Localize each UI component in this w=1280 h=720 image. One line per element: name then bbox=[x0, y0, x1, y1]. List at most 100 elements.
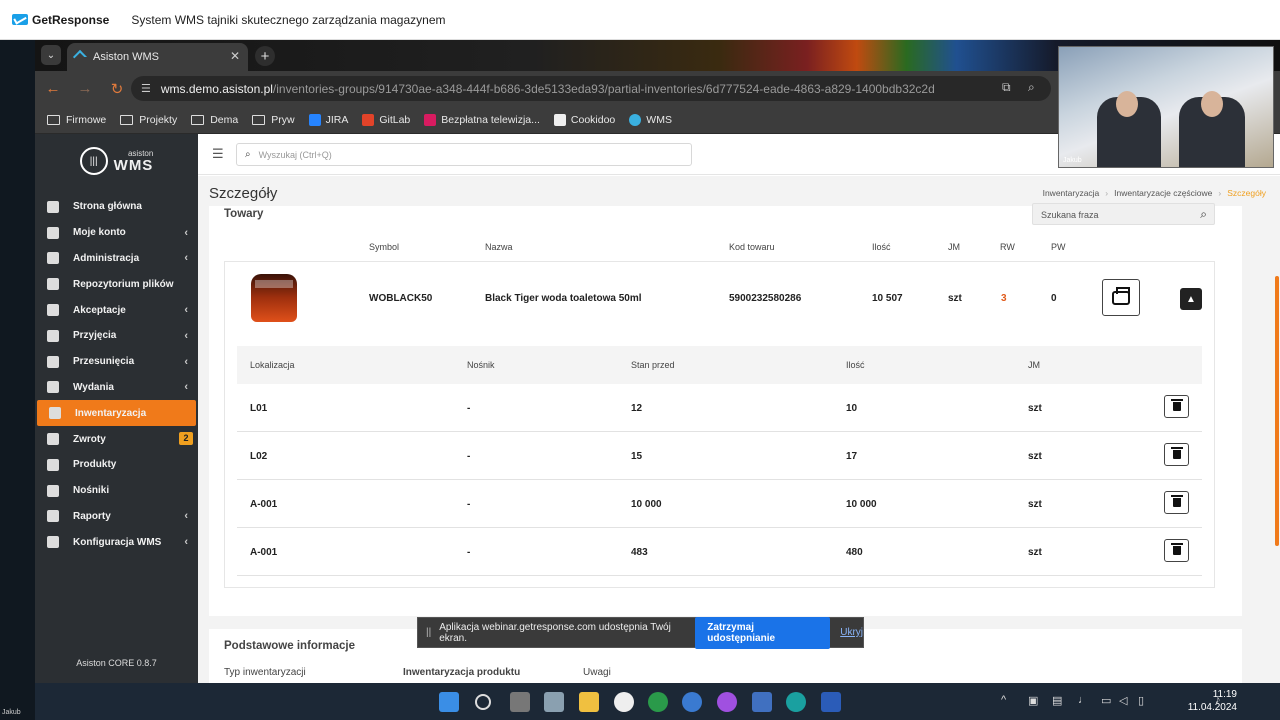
phrase-search-input[interactable]: Szukana fraza ⌕ bbox=[1032, 203, 1215, 225]
edge-icon[interactable] bbox=[786, 692, 806, 712]
url-input[interactable]: ☰ wms.demo.asiston.pl/inventories-groups… bbox=[131, 76, 1051, 101]
tab-title: Asiston WMS bbox=[93, 51, 160, 63]
menu-item-icon bbox=[47, 226, 59, 239]
product-unit: szt bbox=[948, 293, 962, 304]
main-area: ☰ ⌕ Wyszukaj (Ctrl+Q) Szczegóły Inwentary… bbox=[198, 134, 1280, 683]
browser-tab[interactable]: Asiston WMS ✕ bbox=[67, 43, 248, 71]
sidebar-item[interactable]: Repozytorium plików bbox=[35, 271, 198, 297]
reload-icon[interactable]: ↻ bbox=[103, 80, 131, 98]
cell-qty: 10 bbox=[846, 403, 858, 414]
task-view-icon[interactable] bbox=[510, 692, 530, 712]
hide-link[interactable]: Ukryj bbox=[840, 627, 863, 638]
drag-handle-icon[interactable]: || bbox=[426, 627, 431, 638]
speaker-label: Jakub bbox=[2, 709, 21, 716]
sidebar-item[interactable]: Konfiguracja WMS ‹ bbox=[35, 529, 198, 555]
print-button[interactable] bbox=[1102, 279, 1140, 316]
location-row: L02 - 15 17 szt bbox=[237, 432, 1202, 480]
sidebar-item[interactable]: Nośniki bbox=[35, 478, 198, 504]
bookmark-tv[interactable]: Bezpłatna telewizja... bbox=[424, 113, 540, 126]
microphone-icon[interactable]: ♩ bbox=[1078, 694, 1089, 706]
app-icon[interactable] bbox=[752, 692, 772, 712]
sidebar-item-label: Konfiguracja WMS bbox=[73, 536, 162, 548]
bookmark-cookidoo[interactable]: Cookidoo bbox=[553, 113, 615, 126]
delete-button[interactable] bbox=[1164, 539, 1189, 562]
column-header: Stan przed bbox=[631, 360, 675, 370]
cookidoo-icon bbox=[553, 113, 566, 126]
close-tab-icon[interactable]: ✕ bbox=[230, 49, 240, 63]
scrollbar[interactable] bbox=[1275, 276, 1279, 546]
breadcrumb-item[interactable]: Inwentaryzacje częściowe bbox=[1114, 188, 1212, 198]
bookmark-folder[interactable]: Firmowe bbox=[47, 114, 106, 126]
tray-icon[interactable]: ▣ bbox=[1028, 694, 1038, 707]
cell-before: 483 bbox=[631, 547, 648, 558]
battery-icon[interactable]: ▯ bbox=[1138, 694, 1144, 707]
word-icon[interactable] bbox=[821, 692, 841, 712]
sidebar-item[interactable]: Raporty ‹ bbox=[35, 504, 198, 530]
trash-icon bbox=[1170, 447, 1183, 459]
volume-icon[interactable]: ◁ bbox=[1119, 694, 1127, 707]
sidebar-item[interactable]: Strona główna bbox=[35, 194, 198, 220]
sidebar-item[interactable]: Przyjęcia ‹ bbox=[35, 323, 198, 349]
calculator-icon[interactable] bbox=[544, 692, 564, 712]
bookmark-jira[interactable]: JIRA bbox=[308, 113, 348, 126]
app-icon[interactable] bbox=[614, 692, 634, 712]
bookmark-wms[interactable]: WMS bbox=[629, 113, 672, 126]
product-qty: 10 507 bbox=[872, 293, 903, 304]
webinar-title: System WMS tajniki skutecznego zarządzan… bbox=[131, 12, 446, 27]
sidebar-item[interactable]: Wydania ‹ bbox=[35, 375, 198, 401]
bookmark-folder[interactable]: Dema bbox=[191, 114, 238, 126]
sidebar-item[interactable]: Przesunięcia ‹ bbox=[35, 349, 198, 375]
cast-icon[interactable]: ⧉ bbox=[1002, 80, 1011, 95]
sidebar-item[interactable]: Inwentaryzacja bbox=[37, 400, 196, 427]
collapse-button[interactable]: ▲ bbox=[1180, 288, 1202, 310]
bookmark-folder[interactable]: Pryw bbox=[252, 114, 295, 126]
tray-icon[interactable]: ▤ bbox=[1052, 694, 1062, 707]
start-icon[interactable] bbox=[439, 692, 459, 712]
network-icon[interactable]: ▭ bbox=[1101, 694, 1111, 707]
forward-icon[interactable]: → bbox=[71, 80, 99, 97]
delete-button[interactable] bbox=[1164, 443, 1189, 466]
asiston-logo[interactable]: ||| asiston WMS bbox=[35, 134, 198, 188]
new-tab-button[interactable]: + bbox=[255, 46, 275, 66]
hamburger-icon[interactable]: ☰ bbox=[212, 146, 224, 162]
chevron-left-icon: ‹ bbox=[184, 510, 188, 523]
cell-unit: szt bbox=[1028, 451, 1042, 462]
app-icon[interactable] bbox=[682, 692, 702, 712]
bookmark-gitlab[interactable]: GitLab bbox=[362, 113, 410, 126]
search-input[interactable]: ⌕ Wyszukaj (Ctrl+Q) bbox=[236, 143, 692, 166]
products-card: Towary Szukana fraza ⌕ Symbol Nazwa Kod t… bbox=[209, 203, 1242, 616]
delete-button[interactable] bbox=[1164, 491, 1189, 514]
chevron-up-icon[interactable]: ^ bbox=[1001, 694, 1006, 706]
sidebar-item[interactable]: Produkty bbox=[35, 452, 198, 478]
sidebar-item-label: Produkty bbox=[73, 459, 117, 471]
bookmark-folder[interactable]: Projekty bbox=[120, 114, 177, 126]
cell-carrier: - bbox=[467, 547, 471, 558]
column-header: Ilość bbox=[872, 242, 891, 252]
sidebar-item[interactable]: Moje konto ‹ bbox=[35, 220, 198, 246]
sidebar-item[interactable]: Zwroty 2 bbox=[35, 426, 198, 452]
breadcrumb-separator: › bbox=[1105, 188, 1109, 198]
sidebar-item[interactable]: Administracja ‹ bbox=[35, 246, 198, 272]
notification-icon[interactable]: ♪ bbox=[1215, 694, 1221, 706]
clock[interactable]: 11:19 11.04.2024 bbox=[1188, 688, 1237, 714]
presenter-head bbox=[1201, 91, 1223, 117]
sidebar-item[interactable]: Akceptacje ‹ bbox=[35, 297, 198, 323]
search-icon[interactable]: ⌕ bbox=[1200, 207, 1207, 222]
clock-time: 11:19 bbox=[1212, 689, 1237, 700]
breadcrumb-item[interactable]: Inwentaryzacja bbox=[1043, 188, 1100, 198]
explorer-icon[interactable] bbox=[579, 692, 599, 712]
stop-sharing-button[interactable]: Zatrzymaj udostępnianie bbox=[695, 616, 831, 649]
wms-icon bbox=[629, 113, 642, 126]
menu-item-icon bbox=[47, 536, 59, 549]
site-settings-icon[interactable]: ☰ bbox=[141, 82, 151, 95]
breadcrumb: Inwentaryzacja › Inwentaryzacje częściowe… bbox=[1037, 188, 1266, 198]
messenger-icon[interactable] bbox=[717, 692, 737, 712]
back-icon[interactable]: ← bbox=[39, 80, 67, 97]
tab-search-icon[interactable]: ⌄ bbox=[41, 45, 61, 65]
delete-button[interactable] bbox=[1164, 395, 1189, 418]
zoom-icon[interactable]: ⌕ bbox=[1028, 80, 1035, 95]
chrome-icon[interactable] bbox=[648, 692, 668, 712]
search-icon[interactable] bbox=[475, 694, 491, 710]
sidebar-menu: Strona główna Moje konto ‹ Administracja ‹ Re… bbox=[35, 194, 198, 555]
column-header: PW bbox=[1051, 242, 1066, 252]
